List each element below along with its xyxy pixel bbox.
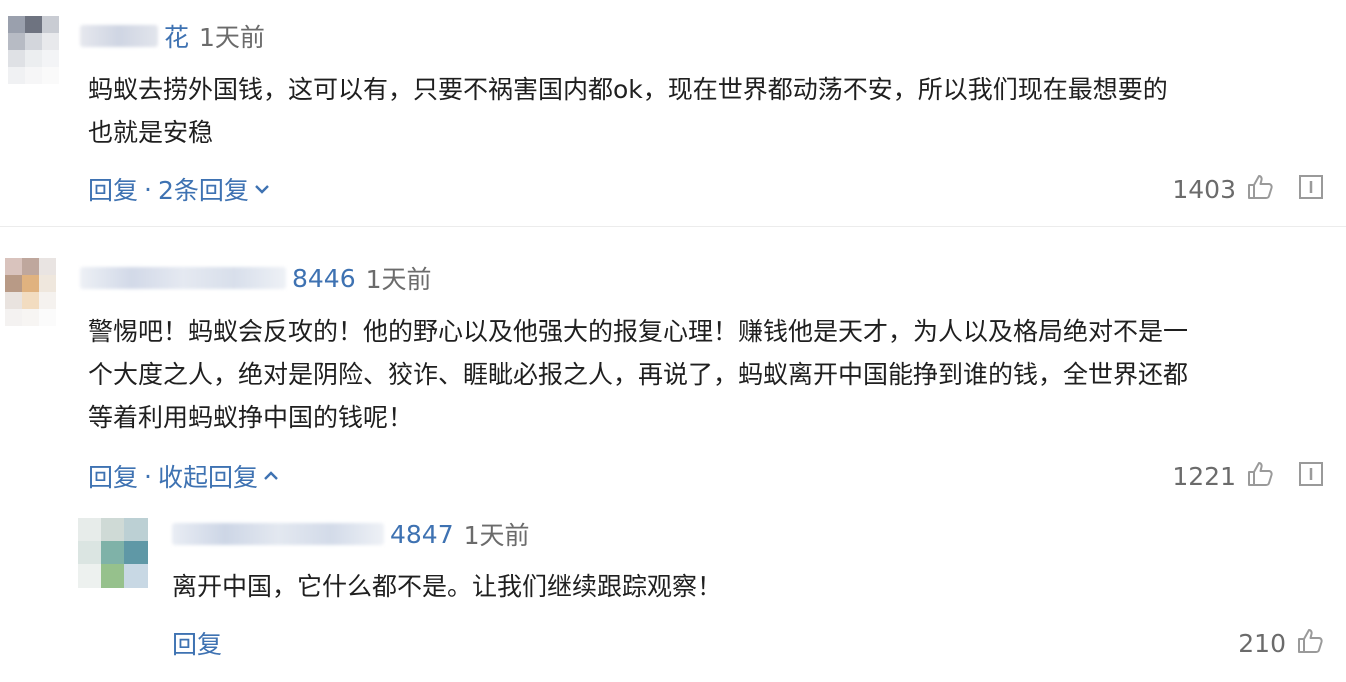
divider — [0, 226, 1346, 227]
comment-text-line: 蚂蚁去捞外国钱，这可以有，只要不祸害国内都ok，现在世界都动荡不安，所以我们现在… — [88, 75, 1168, 104]
collapse-replies-button[interactable]: 收起回复 — [158, 458, 280, 494]
comment-text-line: 等着利用蚂蚁挣中国的钱呢！ — [88, 403, 414, 432]
avatar[interactable] — [5, 258, 57, 334]
thumbs-up-icon[interactable] — [1296, 627, 1324, 659]
thumbs-up-icon[interactable] — [1246, 460, 1274, 492]
reply-text: 离开中国，它什么都不是。让我们继续跟踪观察！ — [172, 572, 723, 601]
comment-text: 蚂蚁去捞外国钱，这可以有，只要不祸害国内都ok，现在世界都动荡不安，所以我们现在… — [88, 68, 1168, 154]
timestamp: 1天前 — [199, 23, 265, 52]
separator: · — [144, 174, 152, 204]
like-count: 1221 — [1172, 461, 1236, 491]
comment-text: 警惕吧！蚂蚁会反攻的！他的野心以及他强大的报复心理！赚钱他是天才，为人以及格局绝… — [88, 310, 1188, 439]
report-icon[interactable] — [1298, 174, 1324, 204]
like-count: 1403 — [1172, 174, 1236, 204]
timestamp: 1天前 — [463, 521, 530, 550]
username-obscured[interactable] — [80, 25, 158, 47]
reply-button[interactable]: 回复 — [88, 458, 138, 494]
like-count: 210 — [1238, 628, 1286, 658]
report-icon[interactable] — [1298, 461, 1324, 491]
comment-text-line: 警惕吧！蚂蚁会反攻的！他的野心以及他强大的报复心理！赚钱他是天才，为人以及格局绝… — [88, 317, 1189, 346]
username-obscured[interactable] — [80, 267, 286, 289]
timestamp: 1天前 — [365, 265, 432, 294]
username-obscured[interactable] — [172, 523, 384, 545]
expand-replies-label: 2条回复 — [157, 176, 249, 205]
username[interactable]: 花 — [164, 18, 189, 54]
reply-button[interactable]: 回复 — [88, 171, 138, 207]
reply-button[interactable]: 回复 — [172, 625, 222, 661]
separator: · — [144, 461, 152, 491]
avatar[interactable] — [78, 518, 148, 588]
comment-text-line: 个大度之人，绝对是阴险、狡诈、睚眦必报之人，再说了，蚂蚁离开中国能挣到谁的钱，全… — [88, 360, 1189, 389]
username[interactable]: 8446 — [292, 264, 356, 293]
thumbs-up-icon[interactable] — [1246, 173, 1274, 205]
chevron-down-icon — [255, 185, 269, 194]
avatar[interactable] — [8, 16, 60, 92]
comment-text-line: 也就是安稳 — [88, 118, 214, 147]
expand-replies-button[interactable]: 2条回复 — [158, 171, 271, 207]
username[interactable]: 4847 — [390, 520, 454, 549]
chevron-up-icon — [264, 471, 278, 480]
collapse-replies-label: 收起回复 — [157, 463, 258, 492]
